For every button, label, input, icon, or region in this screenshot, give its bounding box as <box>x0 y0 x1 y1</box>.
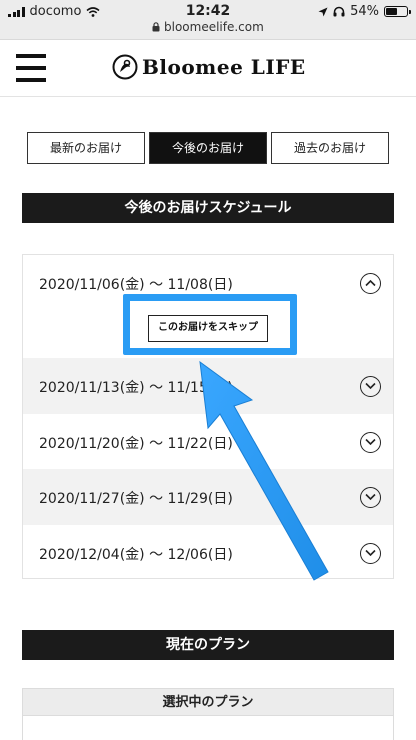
headphones-icon <box>333 6 345 17</box>
url-bar[interactable]: bloomeelife.com <box>0 20 416 34</box>
battery-fill <box>386 8 397 15</box>
annotation-arrow-icon <box>199 360 329 581</box>
chevron-down-icon[interactable] <box>360 432 381 453</box>
logo-text: Bloomee LIFE <box>142 55 306 79</box>
location-icon <box>318 7 328 16</box>
plan-section-title: 現在のプラン <box>22 630 394 660</box>
schedule-section-title: 今後のお届けスケジュール <box>22 193 394 223</box>
chevron-down-icon[interactable] <box>360 487 381 508</box>
site-logo[interactable]: Bloomee LIFE <box>112 54 306 80</box>
battery-icon <box>384 6 411 17</box>
tab-past-delivery[interactable]: 過去のお届け <box>271 132 389 164</box>
selected-plan-heading: 選択中のプラン <box>23 689 393 716</box>
schedule-date: 2020/11/06(金) 〜 11/08(日) <box>39 277 233 293</box>
chevron-down-icon[interactable] <box>360 376 381 397</box>
status-right: 54% <box>318 4 411 19</box>
tab-latest-delivery[interactable]: 最新のお届け <box>27 132 145 164</box>
highlight-box <box>123 294 297 355</box>
bloomee-logo-icon <box>112 54 138 80</box>
plan-panel: 選択中のプラン <box>22 688 394 740</box>
status-bar: docomo 12:42 bloomeelife.com 54% <box>0 0 416 40</box>
chevron-down-icon[interactable] <box>360 543 381 564</box>
hamburger-menu-icon[interactable] <box>16 54 46 82</box>
tab-upcoming-delivery[interactable]: 今後のお届け <box>149 132 267 164</box>
lock-icon <box>152 22 160 32</box>
site-header: Bloomee LIFE <box>0 40 416 97</box>
chevron-up-icon[interactable] <box>360 273 381 294</box>
url-text: bloomeelife.com <box>164 20 264 34</box>
battery-percent: 54% <box>350 4 379 19</box>
